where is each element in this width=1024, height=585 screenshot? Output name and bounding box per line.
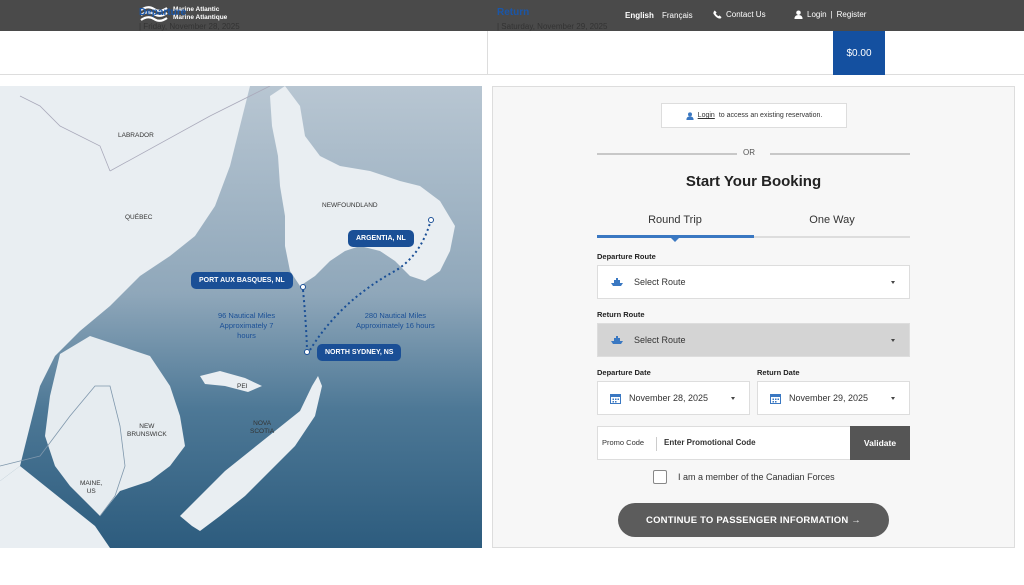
phone-icon [713,10,722,19]
cart-total[interactable]: $0.00 [833,31,885,75]
active-tab-caret [671,238,679,242]
register-link[interactable]: Register [837,10,867,19]
calendar-icon [770,393,781,404]
return-route-value: Select Route [634,335,686,345]
chevron-down-icon [891,339,895,342]
ferry-icon [611,336,623,344]
chevron-down-icon [891,397,895,400]
promo-code-label: Promo Code [602,438,645,447]
or-text: OR [743,148,755,157]
chevron-down-icon [891,281,895,284]
return-summary[interactable]: Return | Saturday, November 29, 2025 [497,7,607,31]
map-label-nova-scotia: NOVA SCOTIA [250,420,275,435]
route-info-short: 96 Nautical Miles Approximately 7 hours [218,311,276,340]
departure-date-text: | Friday, November 28, 2025 [139,22,240,31]
booking-title: Start Your Booking [685,173,822,190]
login-reservation-link[interactable]: Login [698,112,715,119]
tab-one-way[interactable]: One Way [754,214,910,226]
contact-us-link[interactable]: Contact Us [713,10,766,19]
booking-panel: Login to access an existing reservation.… [492,86,1015,548]
login-register-separator: | [830,10,833,19]
language-english-link[interactable]: English [625,11,654,20]
canadian-forces-checkbox[interactable] [653,470,667,484]
departure-date-value: November 28, 2025 [629,393,709,403]
map-label-labrador: LABRADOR [118,132,154,139]
port-tag-north-sydney[interactable]: NORTH SYDNEY, NS [317,344,402,361]
user-icon [686,111,694,120]
return-title: Return [497,7,530,18]
language-french-link[interactable]: Français [662,11,693,20]
map-label-maine: MAINE, US [80,480,103,495]
promo-code-input[interactable]: Enter Promotional Code [664,438,756,447]
validate-button[interactable]: Validate [850,426,910,460]
return-date-label: Return Date [757,368,800,377]
departure-date-label: Departure Date [597,368,651,377]
canadian-forces-label: I am a member of the Canadian Forces [678,472,835,482]
user-icon [794,10,803,19]
route-map: LABRADOR QUÉBEC NEWFOUNDLAND PEI NEW BRU… [0,86,482,548]
departure-route-value: Select Route [634,277,686,287]
map-label-new-brunswick: NEW BRUNSWICK [127,423,167,438]
departure-route-label: Departure Route [597,252,656,261]
route-info-long: 280 Nautical Miles Approximately 16 hour… [356,311,435,330]
calendar-icon [610,393,621,404]
departure-route-select[interactable]: Select Route [597,265,910,299]
map-label-quebec: QUÉBEC [125,214,153,221]
chevron-down-icon [731,397,735,400]
return-date-value: November 29, 2025 [789,393,869,403]
port-tag-port-aux-basques[interactable]: PORT AUX BASQUES, NL [191,272,293,289]
return-route-label: Return Route [597,310,645,319]
departure-date-picker[interactable]: November 28, 2025 [597,381,750,415]
tab-round-trip[interactable]: Round Trip [597,214,753,226]
trip-type-tabs: Round Trip One Way [597,211,910,242]
departure-title: Departure [139,7,187,18]
or-divider: OR [597,147,910,159]
login-reservation-box: Login to access an existing reservation. [661,103,847,128]
continue-button[interactable]: CONTINUE TO PASSENGER INFORMATION → [618,503,889,537]
ferry-icon [611,278,623,286]
departure-summary[interactable]: Departure | Friday, November 28, 2025 [139,7,240,31]
login-link[interactable]: Login [807,10,827,19]
return-date-picker[interactable]: November 29, 2025 [757,381,910,415]
login-register: Login | Register [794,10,866,19]
canadian-forces-row: I am a member of the Canadian Forces [653,470,835,484]
return-date-text: | Saturday, November 29, 2025 [497,22,608,31]
contact-us-label: Contact Us [726,10,766,19]
map-label-newfoundland: NEWFOUNDLAND [322,202,378,209]
summary-divider [487,31,488,75]
port-tag-argentia[interactable]: ARGENTIA, NL [348,230,414,247]
map-label-pei: PEI [237,383,248,390]
promo-code-field: Promo Code Enter Promotional Code Valida… [597,426,910,460]
return-route-select[interactable]: Select Route [597,323,910,357]
login-reservation-text: to access an existing reservation. [718,112,823,119]
